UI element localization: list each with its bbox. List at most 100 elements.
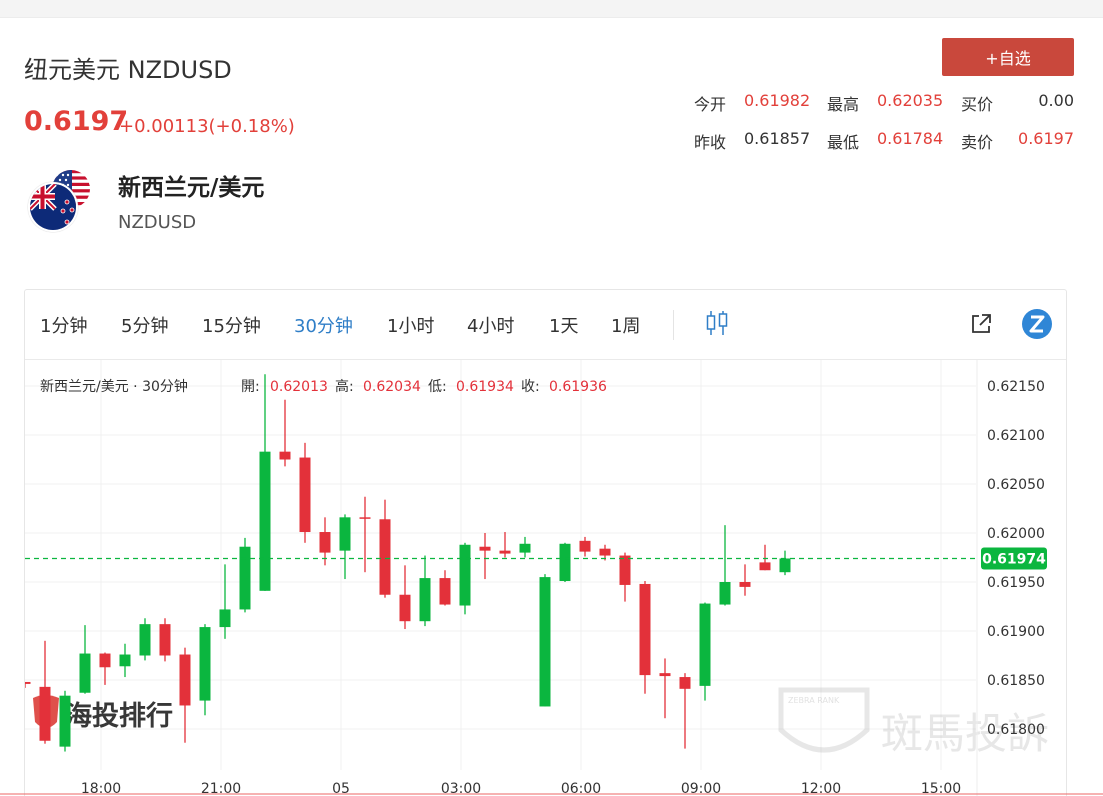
- zebra-badge-text: ZEBRA RANK: [788, 696, 840, 705]
- stat-open-label: 今开: [694, 95, 727, 114]
- candle-body: [219, 609, 231, 628]
- instrument-name: 新西兰元/美元: [118, 175, 265, 201]
- candle-body: [59, 695, 71, 747]
- last-price-line: 0.61974: [25, 547, 1047, 570]
- chart-panel: 1分钟 5分钟 15分钟 30分钟 1小时 4小时 1天 1周 海投排行 ZEB…: [24, 289, 1067, 796]
- candle-body: [739, 582, 751, 587]
- tab-1min[interactable]: 1分钟: [40, 312, 87, 338]
- stat-open: 今开: [694, 91, 726, 115]
- bottom-border: [0, 793, 1103, 795]
- candle: [25, 681, 31, 688]
- haitou-watermark: 海投排行: [33, 695, 173, 732]
- tab-15min[interactable]: 15分钟: [202, 312, 261, 338]
- candle-body: [599, 548, 611, 556]
- chart-toolbar: 1分钟 5分钟 15分钟 30分钟 1小时 4小时 1天 1周: [25, 290, 1066, 360]
- candle-body: [79, 653, 91, 693]
- toolbar-divider: [673, 310, 674, 340]
- candle-body: [499, 550, 511, 554]
- stat-ask-label: 卖价: [961, 133, 994, 152]
- candle: [759, 544, 771, 571]
- candle-body: [699, 603, 711, 686]
- y-tick-label: 0.62000: [987, 526, 1045, 542]
- candle-body: [359, 517, 371, 519]
- stat-low-value: 0.61784: [877, 129, 944, 148]
- tab-1d[interactable]: 1天: [549, 312, 578, 338]
- candlestick-chart[interactable]: 海投排行 ZEBRA RANK 斑馬投訴 0.61974 0.621500.62…: [25, 360, 1066, 796]
- candle: [139, 618, 151, 661]
- y-axis: 0.62150 0.62100 0.62050 0.62000 0.61950 0.619…: [976, 360, 1045, 796]
- stat-prev-value: 0.61857: [744, 129, 811, 148]
- page-title: 纽元美元 NZDUSD: [24, 56, 232, 84]
- stat-high-value: 0.62035: [877, 91, 944, 110]
- candle: [39, 640, 51, 744]
- currency-flags: [28, 168, 94, 234]
- candle: [159, 618, 171, 662]
- candle: [519, 536, 531, 558]
- haitou-watermark-text: 海投排行: [65, 700, 173, 732]
- tab-30min[interactable]: 30分钟: [294, 312, 353, 338]
- candle: [619, 552, 631, 602]
- y-tick-label: 0.61800: [987, 722, 1045, 738]
- candle: [479, 533, 491, 580]
- candle: [719, 525, 731, 606]
- y-tick-label: 0.61900: [987, 624, 1045, 640]
- candle-body: [679, 677, 691, 689]
- tab-1h[interactable]: 1小时: [387, 312, 434, 338]
- candle: [439, 570, 451, 606]
- candle-body: [539, 577, 551, 707]
- instrument-code: NZDUSD: [118, 212, 197, 233]
- popout-icon[interactable]: [969, 312, 993, 336]
- add-watchlist-button[interactable]: +自选: [942, 38, 1074, 76]
- candle-body: [159, 624, 171, 656]
- legend-title: 新西兰元/美元 · 30分钟: [40, 378, 188, 395]
- legend-close-label: 收:: [521, 379, 540, 395]
- y-tick-label: 0.62050: [987, 477, 1045, 493]
- candle-body: [779, 558, 791, 573]
- chart-legend: 新西兰元/美元 · 30分钟 開: 0.62013 高: 0.62034 低: …: [40, 378, 607, 395]
- candle-body: [139, 624, 151, 656]
- candle-body: [379, 519, 391, 595]
- stat-prev-label: 昨收: [694, 133, 727, 152]
- legend-high-label: 高:: [335, 378, 354, 395]
- y-tick-label: 0.62100: [987, 428, 1045, 444]
- candle-body: [579, 540, 591, 552]
- nz-flag-icon: [28, 182, 78, 232]
- candle: [779, 550, 791, 576]
- candle: [399, 565, 411, 630]
- stat-bid-value: 0.00: [1038, 91, 1074, 110]
- price-change: +0.00113(+0.18%): [119, 116, 295, 137]
- candle: [459, 542, 471, 615]
- candle-body: [299, 457, 311, 533]
- y-tick-label: 0.62150: [987, 379, 1045, 395]
- candlestick-icon[interactable]: [705, 310, 729, 336]
- tab-4h[interactable]: 4小时: [467, 312, 514, 338]
- y-tick-label: 0.61950: [987, 575, 1045, 591]
- tab-5min[interactable]: 5分钟: [121, 312, 168, 338]
- candle-body: [25, 681, 31, 684]
- stat-bid-label: 买价: [961, 95, 994, 114]
- candle: [59, 690, 71, 752]
- legend-low: 0.61934: [456, 379, 514, 395]
- y-tick-label: 0.61850: [987, 673, 1045, 689]
- candle-body: [119, 654, 131, 667]
- candle-body: [39, 686, 51, 741]
- candle-body: [519, 543, 531, 553]
- candle-body: [399, 594, 411, 622]
- candle-body: [459, 544, 471, 606]
- candle-body: [639, 583, 651, 676]
- candle-body: [179, 654, 191, 706]
- candle: [419, 555, 431, 627]
- candle: [199, 624, 211, 716]
- tradingview-icon[interactable]: [1021, 308, 1053, 340]
- candle-body: [239, 546, 251, 610]
- candle: [79, 625, 91, 694]
- candle: [699, 602, 711, 701]
- candle: [119, 643, 131, 678]
- tab-1w[interactable]: 1周: [611, 312, 640, 338]
- legend-open-label: 開:: [241, 379, 260, 395]
- candle: [359, 496, 371, 573]
- candle: [739, 564, 751, 596]
- candle-body: [759, 562, 771, 571]
- last-price-label: 0.61974: [982, 551, 1046, 567]
- legend-high: 0.62034: [363, 379, 421, 395]
